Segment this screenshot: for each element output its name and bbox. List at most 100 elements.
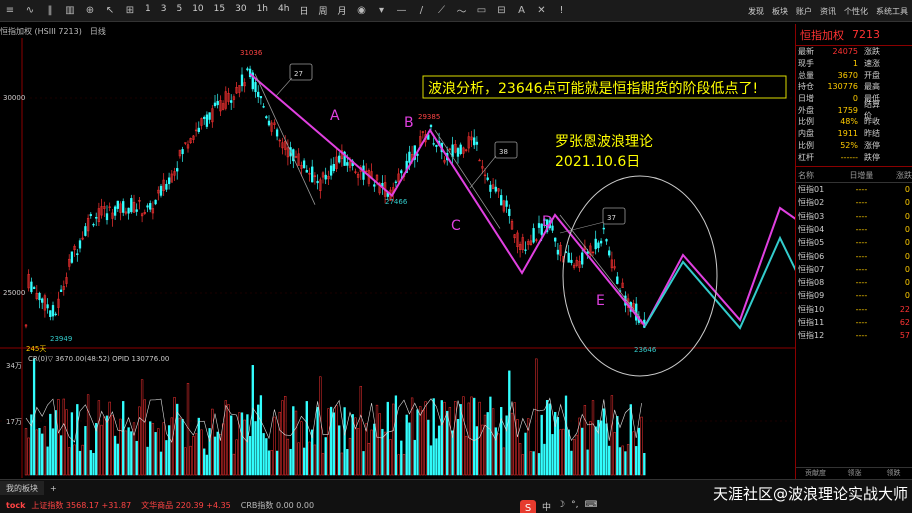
list-item[interactable]: 恒指02 ---- 0 xyxy=(796,196,912,209)
period-6[interactable]: 1h xyxy=(252,4,273,17)
period-4[interactable]: 15 xyxy=(209,4,230,17)
period-10[interactable]: 月 xyxy=(332,4,351,17)
list-item[interactable]: 恒指05 ---- 0 xyxy=(796,236,912,249)
ime-keyboard-icon[interactable]: ⌨ xyxy=(584,500,597,513)
col-chg[interactable]: 日增量 xyxy=(836,170,888,181)
top-link-3[interactable]: 资讯 xyxy=(816,6,840,17)
eye-icon[interactable]: ◉ xyxy=(353,3,369,19)
volume-bar xyxy=(130,431,133,476)
wave-label-2: C xyxy=(451,218,461,234)
delete-icon[interactable]: ✕ xyxy=(533,3,549,19)
list-item[interactable]: 恒指03 ---- 0 xyxy=(796,209,912,222)
top-link-1[interactable]: 板块 xyxy=(768,6,792,17)
projection-line-magenta xyxy=(644,206,795,327)
quote-label: 比例 xyxy=(798,140,814,150)
volume-bar xyxy=(632,431,635,476)
top-link-5[interactable]: 系统工具 xyxy=(872,6,912,17)
ime-punct-icon[interactable]: °, xyxy=(571,500,578,513)
volume-bar xyxy=(389,439,392,476)
chevron-down-icon[interactable]: ▾ xyxy=(373,3,389,19)
dash-icon[interactable]: — xyxy=(393,3,409,19)
ruler-icon[interactable]: ⊟ xyxy=(493,3,509,19)
text-icon[interactable]: A xyxy=(513,3,529,19)
tab-losers[interactable]: 领跌 xyxy=(874,468,912,479)
period-0[interactable]: 1 xyxy=(140,4,156,17)
rectangle-icon[interactable]: ▭ xyxy=(473,3,489,19)
top-link-2[interactable]: 账户 xyxy=(792,6,816,17)
tab-my-board[interactable]: 我的板块 xyxy=(0,481,44,495)
col-name[interactable]: 名称 xyxy=(796,170,836,181)
volume-bar xyxy=(586,449,589,476)
candle-icon[interactable]: ‖ xyxy=(42,3,58,19)
sogou-logo-icon[interactable]: S xyxy=(520,500,536,513)
period-9[interactable]: 周 xyxy=(313,4,332,17)
volume-bar xyxy=(157,428,160,476)
zoom-icon[interactable]: ⊕ xyxy=(82,3,98,19)
list-item[interactable]: 恒指06 ---- 0 xyxy=(796,249,912,262)
index-item[interactable]: 文华商品 220.39 +4.35 xyxy=(141,500,231,511)
volume-bar xyxy=(38,428,41,476)
volume-bar xyxy=(491,408,495,476)
index-item[interactable]: CRB指数 0.00 0.00 xyxy=(241,500,314,511)
period-8[interactable]: 日 xyxy=(294,4,313,17)
volume-bar xyxy=(275,450,279,476)
volume-bar xyxy=(302,447,306,476)
ime-mode[interactable]: 中 xyxy=(542,500,551,513)
list-item[interactable]: 恒指04 ---- 0 xyxy=(796,223,912,236)
volume-bar xyxy=(100,424,103,476)
tab-contribution[interactable]: 贡献度 xyxy=(796,468,835,479)
trend-line-icon[interactable]: ⟋ xyxy=(433,3,449,19)
candle-body xyxy=(473,137,476,146)
volume-bar xyxy=(413,439,416,476)
tab-gainers[interactable]: 领涨 xyxy=(835,468,874,479)
status-bar: 我的板块 + tock 上证指数 3568.17 +31.87 文华商品 220.… xyxy=(0,479,912,513)
period-5[interactable]: 30 xyxy=(230,4,251,17)
volume-bar xyxy=(594,426,597,476)
volume-bar xyxy=(332,412,335,476)
candle-body xyxy=(394,181,398,183)
slash-icon[interactable]: / xyxy=(413,3,429,19)
grid-icon[interactable]: ⊞ xyxy=(122,3,138,19)
wave-icon[interactable]: 〜 xyxy=(453,3,469,19)
quote-label-2: 昨结 xyxy=(864,129,880,139)
list-item[interactable]: 恒指11 ---- 62 xyxy=(796,316,912,329)
volume-bar xyxy=(235,439,238,476)
more-icon[interactable]: ! xyxy=(553,3,569,19)
list-item[interactable]: 恒指09 ---- 0 xyxy=(796,289,912,302)
volume-bar xyxy=(613,432,616,476)
volume-bar xyxy=(162,422,165,476)
list-item[interactable]: 恒指10 ---- 22 xyxy=(796,303,912,316)
menu-icon[interactable]: ≡ xyxy=(2,3,18,19)
quote-code: 7213 xyxy=(852,28,880,41)
candle-body xyxy=(78,240,82,249)
index-item[interactable]: 上证指数 3568.17 +31.87 xyxy=(31,500,131,511)
volume-bar xyxy=(637,427,641,476)
top-link-4[interactable]: 个性化 xyxy=(840,6,872,17)
kline-chart[interactable]: 波浪分析，23646点可能就是恒指期货的阶段低点了! 罗张恩波浪理论 2021.10… xyxy=(0,38,795,478)
stock-label[interactable]: tock xyxy=(0,501,31,510)
ime-moon-icon[interactable]: ☽ xyxy=(557,500,565,513)
period-1[interactable]: 3 xyxy=(156,4,172,17)
top-link-0[interactable]: 发现 xyxy=(744,6,768,17)
list-item[interactable]: 恒指12 ---- 57 xyxy=(796,329,912,342)
bar-chart-icon[interactable]: ▥ xyxy=(62,3,78,19)
col-val[interactable]: 涨跌 xyxy=(887,170,912,181)
list-item[interactable]: 恒指08 ---- 0 xyxy=(796,276,912,289)
cursor-icon[interactable]: ↖ xyxy=(102,3,118,19)
list-item[interactable]: 恒指01 ---- 0 xyxy=(796,183,912,196)
add-tab-icon[interactable]: + xyxy=(44,484,63,493)
period-7[interactable]: 4h xyxy=(273,4,294,17)
line-chart-icon[interactable]: ∿ xyxy=(22,3,38,19)
period-3[interactable]: 10 xyxy=(187,4,208,17)
volume-bar xyxy=(267,450,271,476)
candle-body xyxy=(84,226,87,236)
period-2[interactable]: 5 xyxy=(171,4,187,17)
period-label[interactable]: 日线 xyxy=(90,26,106,37)
toolbar-left: ≡ ∿ ‖ ▥ ⊕ ↖ ⊞ 1 3 5 10 15 30 1h 4h 日周月 ◉ ▾ — / ⟋… xyxy=(0,3,571,19)
symbol-name[interactable]: 恒指加权 (HSIII 7213) xyxy=(0,26,82,37)
candle-body xyxy=(113,206,117,216)
volume-bar xyxy=(173,397,176,476)
volume-bar xyxy=(265,438,268,476)
list-item[interactable]: 恒指07 ---- 0 xyxy=(796,263,912,276)
volume-bar xyxy=(273,416,276,476)
